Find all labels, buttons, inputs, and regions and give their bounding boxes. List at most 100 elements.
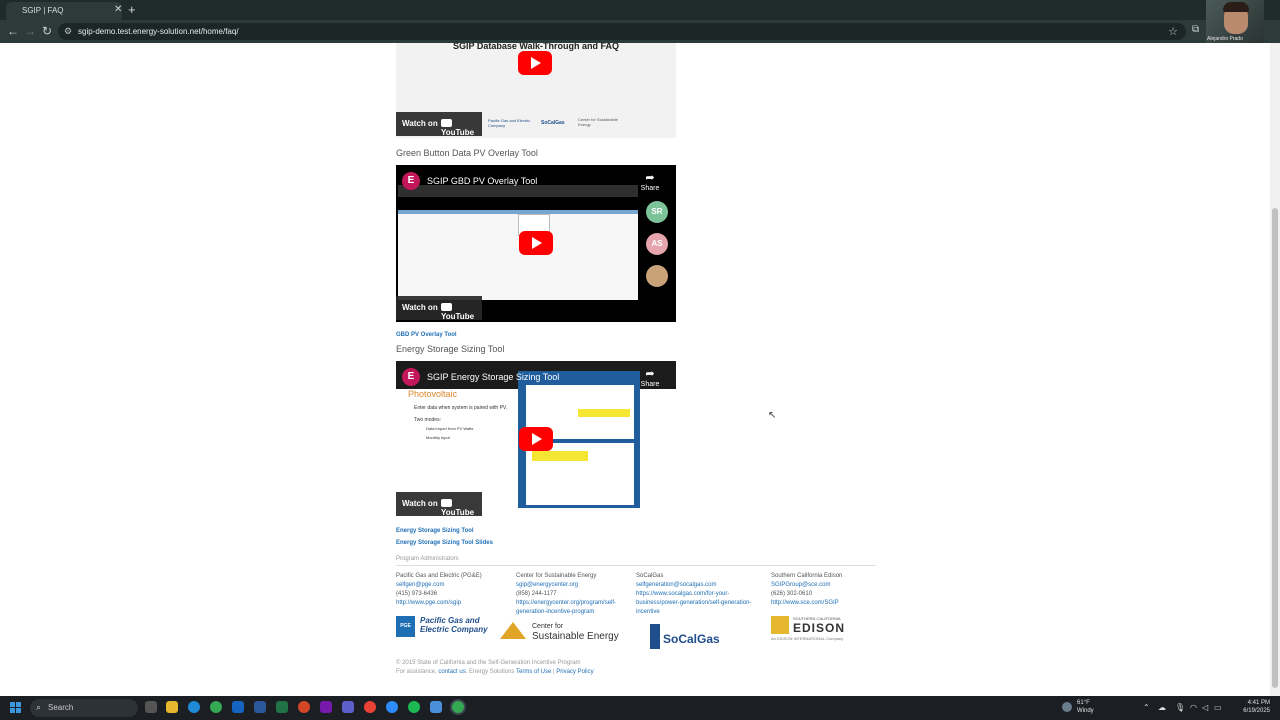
wifi-icon[interactable]: ◠: [1190, 703, 1197, 712]
admin-email-link[interactable]: SGIPGroup@sce.com: [771, 581, 842, 590]
slide-tool-highlight-2: [532, 451, 588, 461]
edge-icon[interactable]: [188, 701, 200, 713]
chrome-active-icon[interactable]: [452, 701, 464, 713]
chrome-profile-icon[interactable]: [364, 701, 376, 713]
address-bar[interactable]: ⚙ sgip-demo.test.energy-solution.net/hom…: [58, 23, 1186, 40]
channel-avatar[interactable]: E: [402, 172, 420, 190]
video-gbd-pv-overlay[interactable]: E SGIP GBD PV Overlay Tool ➦ Share SR AS…: [396, 165, 676, 322]
weather-desc: Windy: [1077, 708, 1094, 714]
admin-website-link[interactable]: http://www.pge.com/sgip: [396, 599, 482, 608]
admin-email-link[interactable]: sgip@energycenter.org: [516, 581, 616, 590]
admin-phone: (626) 302-0610: [771, 591, 813, 597]
watch-on-youtube-button[interactable]: Watch on YouTube: [396, 112, 482, 137]
watch-on-label: Watch on: [402, 499, 438, 508]
chrome-icon[interactable]: [210, 701, 222, 713]
participant-avatar-sr: SR: [646, 201, 668, 223]
teams-icon[interactable]: [342, 701, 354, 713]
word-icon[interactable]: [254, 701, 266, 713]
bookmark-star-icon[interactable]: ☆: [1168, 25, 1178, 38]
cse-logo-line-2: Sustainable Energy: [532, 631, 619, 642]
start-icon-tile: [16, 708, 21, 713]
play-button[interactable]: [519, 427, 553, 451]
tab-title: SGIP | FAQ: [22, 6, 64, 15]
admin-website-link[interactable]: https://www.socalgas.com/for-your- busin…: [636, 590, 751, 617]
program-administrators-label: Program Administrators: [396, 556, 459, 562]
url-text[interactable]: sgip-demo.test.energy-solution.net/home/…: [78, 27, 239, 36]
volume-icon[interactable]: ◁: [1202, 703, 1208, 712]
channel-avatar[interactable]: E: [402, 368, 420, 386]
cse-logo-line-1: Center for: [532, 623, 564, 630]
sce-logo-mark: [771, 616, 789, 634]
show-hidden-icons-icon[interactable]: ⌃: [1143, 703, 1150, 712]
contact-us-link[interactable]: contact us: [438, 669, 465, 675]
notepad-icon[interactable]: [430, 701, 442, 713]
powerpoint-icon[interactable]: [298, 701, 310, 713]
start-icon-tile: [10, 702, 15, 707]
admin-email-link[interactable]: selfgeneration@socalgas.com: [636, 581, 751, 590]
footer-assistance-text: For assistance,: [396, 669, 437, 675]
close-tab-icon[interactable]: ✕: [114, 4, 122, 15]
play-button[interactable]: [519, 231, 553, 255]
zoom-icon[interactable]: [386, 701, 398, 713]
watch-on-youtube-button[interactable]: Watch on YouTube: [396, 296, 482, 321]
forward-icon[interactable]: →: [24, 24, 36, 38]
link-gbd-pv-overlay-tool[interactable]: GBD PV Overlay Tool: [396, 332, 457, 338]
video-title[interactable]: SGIP GBD PV Overlay Tool: [427, 176, 537, 186]
webcam-overlay: Alejandro Prado: [1206, 0, 1264, 43]
watch-on-label: Watch on: [402, 303, 438, 312]
link-energy-storage-sizing-slides[interactable]: Energy Storage Sizing Tool Slides: [396, 540, 493, 546]
admin-socalgas: SoCalGas selfgeneration@socalgas.com htt…: [636, 572, 751, 617]
youtube-play-mark-icon: [441, 499, 452, 507]
weather-widget[interactable]: 61°F Windy: [1077, 699, 1094, 715]
video-energy-storage-sizing[interactable]: Photovoltaic Enter data when system is p…: [396, 361, 676, 518]
browser-tab[interactable]: SGIP | FAQ ✕: [6, 2, 122, 20]
start-icon-tile: [10, 708, 15, 713]
microphone-icon[interactable]: 🎙: [1175, 703, 1185, 712]
windows-start-icon[interactable]: [10, 702, 22, 714]
extensions-icon[interactable]: ⧉: [1192, 24, 1199, 35]
admin-website-link[interactable]: http://www.sce.com/SGIP: [771, 599, 842, 608]
admin-pge: Pacific Gas and Electric (PG&E) selfgen@…: [396, 572, 482, 608]
video-title[interactable]: SGIP Energy Storage Sizing Tool: [427, 372, 559, 382]
file-explorer-icon[interactable]: [166, 701, 178, 713]
sponsor-cse: Center for Sustainable Energy: [578, 117, 618, 127]
scrollbar-thumb[interactable]: [1272, 208, 1278, 688]
search-placeholder: Search: [48, 703, 74, 712]
reload-icon[interactable]: ↻: [42, 24, 52, 38]
admin-email-link[interactable]: selfgen@pge.com: [396, 581, 482, 590]
watch-on-youtube-button[interactable]: Watch on YouTube: [396, 492, 482, 517]
video-excel-ribbon: [398, 185, 638, 197]
slide-bullet-2: Two modes:: [414, 417, 441, 423]
page-scrollbar[interactable]: [1270, 43, 1280, 696]
task-view-icon[interactable]: [145, 701, 157, 713]
onedrive-icon[interactable]: ☁: [1158, 703, 1166, 712]
new-tab-icon[interactable]: +: [128, 2, 136, 17]
browser-tab-strip: SGIP | FAQ ✕ +: [0, 0, 1280, 20]
youtube-logo: YouTube: [441, 119, 482, 137]
back-icon[interactable]: ←: [7, 24, 19, 38]
slide-tool-highlight-1: [578, 409, 630, 417]
spotify-icon[interactable]: [408, 701, 420, 713]
outlook-icon[interactable]: [232, 701, 244, 713]
system-clock[interactable]: 4:41 PM 6/19/2025: [1230, 699, 1270, 715]
play-button[interactable]: [518, 51, 552, 75]
socalgas-logo-text: SoCalGas: [663, 632, 720, 646]
terms-of-use-link[interactable]: Terms of Use: [516, 669, 551, 675]
share-button[interactable]: ➦ Share: [638, 367, 662, 388]
battery-icon[interactable]: ▭: [1214, 703, 1222, 712]
clock-date: 6/19/2025: [1243, 708, 1270, 714]
link-energy-storage-sizing-tool[interactable]: Energy Storage Sizing Tool: [396, 528, 474, 534]
video-database-walkthrough[interactable]: SGIP Database Walk-Through and FAQ Watch…: [396, 43, 676, 138]
pge-logo-line: Pacific Gas and: [420, 616, 480, 625]
onenote-icon[interactable]: [320, 701, 332, 713]
sponsor-socalgas: SoCalGas: [541, 120, 565, 126]
share-button[interactable]: ➦ Share: [638, 171, 662, 192]
footer-copyright: © 2015 State of California and the Self-…: [396, 660, 581, 666]
privacy-policy-link[interactable]: Privacy Policy: [556, 669, 593, 675]
site-info-icon[interactable]: ⚙: [64, 26, 72, 37]
weather-icon[interactable]: [1062, 702, 1072, 712]
youtube-label: YouTube: [441, 508, 475, 517]
taskbar-search[interactable]: ⌕ Search: [30, 699, 138, 717]
admin-website-link[interactable]: https://energycenter.org/program/self- g…: [516, 599, 616, 617]
excel-icon[interactable]: [276, 701, 288, 713]
